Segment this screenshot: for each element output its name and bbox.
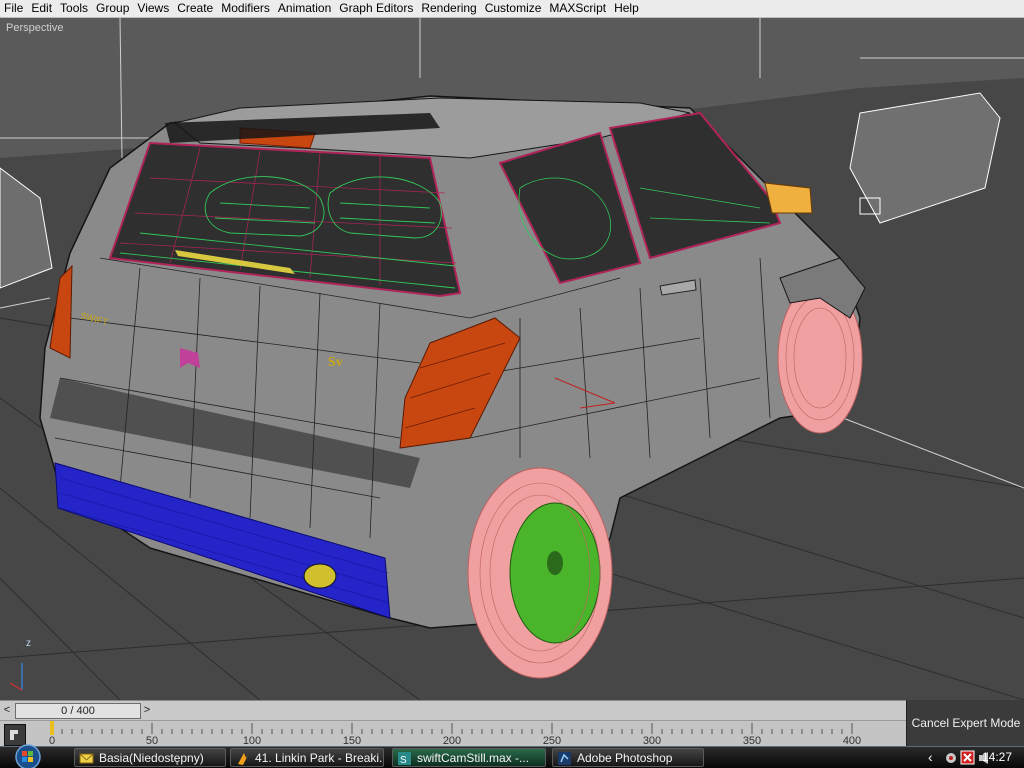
menu-bar: File Edit Tools Group Views Create Modif… [0, 0, 1024, 18]
3dsmax-window: File Edit Tools Group Views Create Modif… [0, 0, 1024, 768]
current-frame-marker[interactable] [50, 721, 54, 735]
menu-animation[interactable]: Animation [274, 0, 335, 17]
clock[interactable]: 14:27 [982, 750, 1012, 764]
tray-expand-icon[interactable]: ‹ [928, 749, 933, 765]
perspective-viewport[interactable]: Sv SWIFT Perspective z [0, 18, 1024, 700]
time-slider-thumb[interactable]: 0 / 400 [15, 703, 141, 719]
menu-tools[interactable]: Tools [56, 0, 92, 17]
menu-group[interactable]: Group [92, 0, 133, 17]
side-mirror [764, 182, 813, 214]
task-3dsmax-label: swiftCamStill.max -... [417, 751, 530, 765]
mail-icon [79, 753, 94, 764]
menu-rendering[interactable]: Rendering [417, 0, 480, 17]
task-photoshop[interactable]: Adobe Photoshop [552, 748, 704, 767]
task-photoshop-label: Adobe Photoshop [577, 751, 673, 765]
winamp-icon [238, 753, 248, 765]
menu-customize[interactable]: Customize [481, 0, 546, 17]
time-prev-button[interactable]: < [0, 702, 14, 718]
task-winamp-label: 41. Linkin Park - Breaki... [255, 751, 384, 765]
sv-badge: Sv [328, 355, 343, 370]
task-mail-label: Basia(Niedostępny) [99, 751, 204, 765]
rear-hub [547, 551, 563, 575]
track-ruler[interactable]: 0 50 100 150 200 250 300 350 400 [30, 721, 906, 747]
menu-maxscript[interactable]: MAXScript [545, 0, 610, 17]
cancel-expert-mode-button[interactable]: Cancel Expert Mode [906, 700, 1024, 746]
svg-text:S: S [400, 755, 407, 766]
photoshop-icon [558, 752, 571, 765]
menu-file[interactable]: File [0, 0, 27, 17]
fog-light [303, 563, 337, 589]
viewport-scene: Sv SWIFT [0, 18, 1024, 700]
axis-z-label: z [26, 638, 31, 649]
start-button[interactable] [12, 743, 44, 768]
windows-taskbar: Basia(Niedostępny) 41. Linkin Park - Bre… [0, 743, 1024, 768]
menu-modifiers[interactable]: Modifiers [217, 0, 274, 17]
menu-graph-editors[interactable]: Graph Editors [335, 0, 417, 17]
network-icon[interactable] [944, 751, 958, 765]
task-mail[interactable]: Basia(Niedostępny) [74, 748, 226, 767]
menu-edit[interactable]: Edit [27, 0, 56, 17]
viewport-label[interactable]: Perspective [6, 22, 63, 34]
menu-create[interactable]: Create [173, 0, 217, 17]
time-slider[interactable]: < 0 / 400 > [0, 700, 906, 720]
3dsmax-icon: S [398, 752, 411, 766]
menu-help[interactable]: Help [610, 0, 643, 17]
ruler-ticks: 0 50 100 150 200 250 300 350 400 [49, 721, 861, 747]
task-3dsmax[interactable]: S swiftCamStill.max -... [392, 748, 546, 767]
time-next-button[interactable]: > [140, 702, 154, 718]
menu-views[interactable]: Views [133, 0, 173, 17]
security-alert-icon[interactable] [960, 750, 975, 765]
task-winamp[interactable]: 41. Linkin Park - Breaki... [230, 748, 384, 767]
track-bar[interactable]: 0 50 100 150 200 250 300 350 400 [0, 720, 906, 747]
system-tray: ‹ 14:27 [926, 747, 1024, 768]
